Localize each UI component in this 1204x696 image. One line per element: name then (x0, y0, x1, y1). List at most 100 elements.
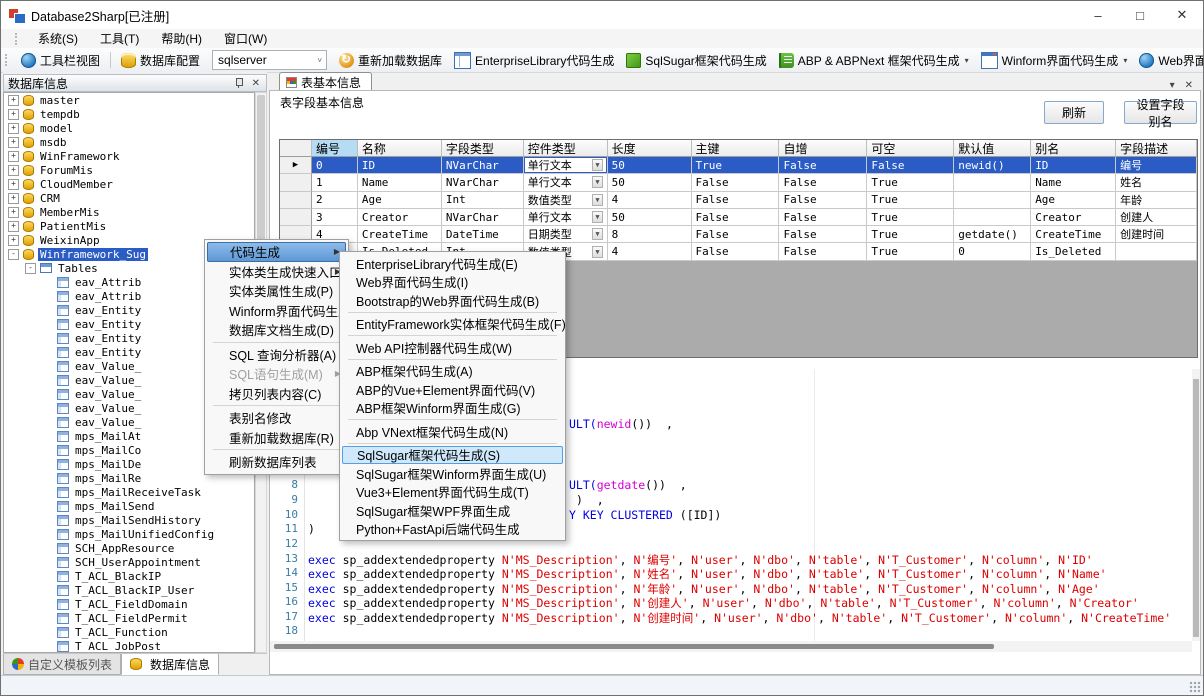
refresh-button[interactable]: 刷新 (1044, 101, 1104, 124)
menu-item-15[interactable]: SqlSugar框架Winform界面生成(U) (342, 464, 563, 483)
grid-cell[interactable]: getdate() (954, 226, 1031, 243)
minimize-button[interactable]: – (1077, 1, 1119, 29)
tree-node-mps_MailSend[interactable]: +mps_MailSend (4, 499, 254, 513)
database-type-combo[interactable]: sqlserver˅ (212, 50, 327, 70)
grid-cell[interactable]: 单行文本▼ (524, 209, 608, 226)
tree-node-SCH_UserAppointment[interactable]: +SCH_UserAppointment (4, 555, 254, 569)
grid-cell[interactable]: False (779, 209, 867, 226)
grid-cell[interactable]: 50 (608, 174, 692, 191)
tree-node-mps_MailSendHistory[interactable]: +mps_MailSendHistory (4, 513, 254, 527)
grid-header-2[interactable]: 字段类型 (442, 140, 524, 157)
menu-item-11[interactable]: 重新加载数据库(R) (207, 428, 346, 448)
bottom-tab-0[interactable]: 自定义模板列表 (3, 654, 121, 675)
tree-node-tempdb[interactable]: +tempdb (4, 107, 254, 121)
toolbar-button-8[interactable]: Winform界面代码生成▾ (975, 49, 1134, 72)
tree-node-MemberMis[interactable]: +MemberMis (4, 205, 254, 219)
grid-cell[interactable]: Name (1031, 174, 1116, 191)
grid-cell[interactable]: False (692, 192, 780, 209)
menu-item-4[interactable]: 数据库文档生成(D) (207, 320, 346, 340)
menu-item-3[interactable]: Winform界面代码生成(W) (207, 301, 346, 321)
grid-cell[interactable]: False (779, 174, 867, 191)
menu-item-10[interactable]: ABP框架Winform界面生成(G) (342, 399, 563, 418)
row-header-cell[interactable] (280, 174, 312, 191)
toolbar-button-2[interactable]: 数据库配置 (115, 49, 206, 72)
grid-cell[interactable]: CreateTime (1031, 226, 1116, 243)
menu-item-6[interactable]: Web API控制器代码生成(W) (342, 338, 563, 357)
grid-cell[interactable]: DateTime (442, 226, 524, 243)
tree-node-master[interactable]: +master (4, 93, 254, 107)
grid-cell[interactable]: 姓名 (1116, 174, 1197, 191)
tree-node-PatientMis[interactable]: +PatientMis (4, 219, 254, 233)
grid-cell[interactable]: True (867, 209, 954, 226)
grid-cell[interactable] (954, 174, 1031, 191)
menu-item-8[interactable]: ABP框架代码生成(A) (342, 362, 563, 381)
grid-cell[interactable]: Name (358, 174, 442, 191)
grid-header-8[interactable]: 默认值 (954, 140, 1031, 157)
grid-cell[interactable]: False (692, 174, 780, 191)
grid-cell[interactable]: 50 (608, 157, 692, 174)
grid-cell[interactable]: 1 (312, 174, 358, 191)
menu-item-14[interactable]: SqlSugar框架代码生成(S) (342, 446, 563, 465)
tree-node-T_ACL_Function[interactable]: +T_ACL_Function (4, 625, 254, 639)
grid-cell[interactable]: False (779, 226, 867, 243)
dropdown-icon[interactable]: ▼ (592, 246, 602, 258)
grid-cell[interactable]: Is_Deleted (1031, 243, 1116, 260)
toolbar-button-0[interactable]: 工具栏视图 (15, 49, 106, 72)
menu-item-9[interactable]: ABP的Vue+Element界面代码(V) (342, 380, 563, 399)
expand-icon[interactable]: + (8, 151, 19, 162)
tree-node-msdb[interactable]: +msdb (4, 135, 254, 149)
menu-item-0[interactable]: EnterpriseLibrary代码生成(E) (342, 254, 563, 273)
panel-close-icon[interactable]: ✕ (250, 78, 262, 89)
bottom-tab-1[interactable]: 数据库信息 (121, 654, 219, 675)
table-row[interactable]: 1NameNVarChar单行文本▼50FalseFalseTrueName姓名 (280, 174, 1197, 191)
grid-cell[interactable]: False (692, 209, 780, 226)
expand-icon[interactable]: + (8, 109, 19, 120)
grid-cell[interactable]: 2 (312, 192, 358, 209)
menu-item-13[interactable]: 刷新数据库列表 (207, 452, 346, 472)
grid-cell[interactable]: 0 (954, 243, 1031, 260)
grid-cell[interactable]: ID (1031, 157, 1116, 174)
code-horizontal-scrollbar[interactable] (270, 641, 1192, 652)
menu-item-2[interactable]: Bootstrap的Web界面代码生成(B) (342, 291, 563, 310)
grid-cell[interactable]: NVarChar (442, 209, 524, 226)
toolbar-button-6[interactable]: SqlSugar框架代码生成 (620, 49, 772, 72)
grid-cell[interactable]: 创建人 (1116, 209, 1197, 226)
expand-icon[interactable]: + (8, 123, 19, 134)
table-row[interactable]: ▶0IDNVarChar单行文本▼50TrueFalseFalsenewid()… (280, 157, 1197, 174)
menu-item-12[interactable]: Abp VNext框架代码生成(N) (342, 422, 563, 441)
menu-item-10[interactable]: 表别名修改 (207, 408, 346, 428)
expand-icon[interactable]: + (8, 95, 19, 106)
expand-icon[interactable]: + (8, 179, 19, 190)
tree-node-SCH_AppResource[interactable]: +SCH_AppResource (4, 541, 254, 555)
tree-node-CloudMember[interactable]: +CloudMember (4, 177, 254, 191)
grid-cell[interactable]: 4 (608, 243, 692, 260)
grid-cell[interactable]: False (692, 243, 780, 260)
grid-cell[interactable] (954, 192, 1031, 209)
grid-cell[interactable]: Creator (1031, 209, 1116, 226)
grid-cell[interactable]: NVarChar (442, 157, 524, 174)
grid-header-6[interactable]: 自增 (779, 140, 867, 157)
dropdown-icon[interactable]: ▼ (592, 211, 602, 223)
grid-cell[interactable]: NVarChar (442, 174, 524, 191)
close-button[interactable]: ✕ (1161, 1, 1203, 29)
grid-cell[interactable] (954, 209, 1031, 226)
table-row[interactable]: 2AgeInt数值类型▼4FalseFalseTrueAge年龄 (280, 192, 1197, 209)
grid-cell[interactable]: 年龄 (1116, 192, 1197, 209)
grid-cell[interactable]: 3 (312, 209, 358, 226)
expand-icon[interactable]: + (8, 165, 19, 176)
dropdown-icon[interactable]: ▼ (592, 159, 602, 171)
grid-cell[interactable]: newid() (954, 157, 1031, 174)
grid-header-10[interactable]: 字段描述 (1116, 140, 1197, 157)
menu-item-1[interactable]: Web界面代码生成(I) (342, 273, 563, 292)
grid-cell[interactable]: 编号 (1116, 157, 1197, 174)
expand-icon[interactable]: + (8, 221, 19, 232)
grid-cell[interactable]: False (779, 192, 867, 209)
dropdown-icon[interactable]: ▼ (592, 228, 602, 240)
grid-cell[interactable]: True (867, 192, 954, 209)
grid-cell[interactable]: Int (442, 192, 524, 209)
toolbar-button-5[interactable]: EnterpriseLibrary代码生成 (448, 49, 620, 72)
grid-cell[interactable]: 数值类型▼ (524, 192, 608, 209)
grid-cell[interactable]: 创建时间 (1116, 226, 1197, 243)
grid-cell[interactable]: False (779, 243, 867, 260)
menu-item-18[interactable]: Python+FastApi后端代码生成 (342, 520, 563, 539)
